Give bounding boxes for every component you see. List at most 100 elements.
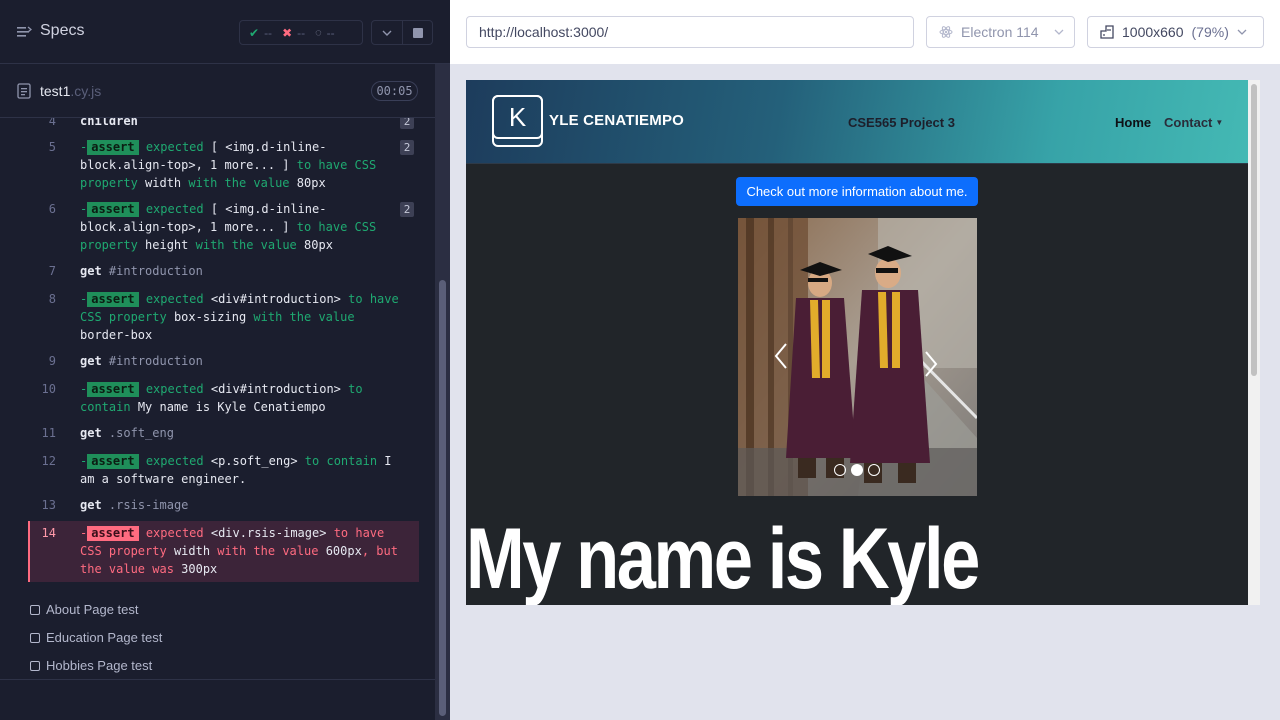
command-selector: #introduction [108,264,203,278]
command-number: 11 [41,426,56,440]
command-number: 4 [48,118,56,128]
carousel-dot[interactable] [868,464,880,476]
ruler-icon [1100,25,1114,39]
test-item[interactable]: Education Page test [30,630,162,645]
command-name: get [80,264,102,278]
reporter-panel: Specs ✔ -- ✖ -- ◌ -- test1.cy.js 00:05 4 ch… [0,0,450,720]
test-checkbox-icon [30,632,40,643]
assert-pill: assert [87,292,139,307]
assert-pill: assert [87,454,139,469]
command-number: 5 [48,140,56,154]
failed-stat: ✖ -- [282,26,305,40]
stop-icon [412,27,423,38]
project-title: CSE565 Project 3 [848,115,955,130]
failed-count: -- [297,25,306,40]
command-selector: .soft_eng [108,426,174,440]
aut-scrollbar[interactable] [1248,80,1260,605]
browser-selector[interactable]: Electron 114 [926,16,1075,48]
element-count-badge: 2 [400,202,414,217]
command-number: 9 [48,354,56,368]
viewport-selector[interactable]: 1000x660 (79%) [1087,16,1264,48]
command-number: 8 [48,292,56,306]
command-number: 12 [41,454,56,468]
command-selector: .rsis-image [108,498,189,512]
chevron-down-icon [1054,29,1064,35]
passed-stat: ✔ -- [249,26,272,40]
carousel-dot-active[interactable] [851,464,863,476]
viewport-size: 1000x660 [1122,24,1184,40]
command-number: 13 [41,498,56,512]
nav-contact-dropdown[interactable]: Contact ▼ [1164,115,1223,130]
application-under-test: K YLE CENATIEMPO CSE565 Project 3 Home C… [466,80,1260,605]
caret-down-icon: ▼ [1215,118,1224,127]
pending-count: -- [326,25,335,40]
browser-name: Electron 114 [961,24,1039,40]
options-dropdown-button[interactable] [371,20,403,45]
viewport-scale: (79%) [1191,24,1229,40]
nav-contact-label: Contact [1164,115,1213,130]
test-stats: ✔ -- ✖ -- ◌ -- [239,20,363,45]
chevron-down-icon [382,30,392,36]
carousel-prev-icon[interactable] [774,342,788,370]
test-item[interactable]: Hobbies Page test [30,658,152,673]
assert-pill: assert [87,140,139,155]
spec-file-basename: test1 [40,83,71,99]
image-carousel [738,218,977,496]
test-title: Hobbies Page test [46,658,153,673]
command-name: children [80,118,138,128]
command-message: - assert expected <p.soft_eng> to contain… [80,454,392,486]
carousel-dot[interactable] [834,464,846,476]
document-icon [17,83,31,99]
test-checkbox-icon [30,660,40,671]
test-title: Education Page test [46,630,163,645]
divider [0,679,435,680]
element-count-badge: 2 [400,140,414,155]
command-log: 4 children 2 5 - assert expected [ <img.d… [0,118,435,588]
carousel-next-icon[interactable] [924,350,938,378]
site-navbar: K YLE CENATIEMPO CSE565 Project 3 Home C… [466,80,1248,164]
command-name: get [80,498,102,512]
element-count-badge: 2 [400,118,414,129]
specs-title[interactable]: Specs [40,22,84,40]
test-item[interactable]: About Page test [30,602,139,617]
stop-button[interactable] [403,20,433,45]
spec-file-extension: .cy.js [70,83,102,99]
app-preview-panel: http://localhost:3000/ Electron 114 1000… [450,0,1280,720]
check-icon: ✔ [249,25,260,40]
introduction-heading: My name is Kyle [466,511,980,605]
command-message: - assert expected [ <img.d-inline-block.a… [80,202,377,252]
command-number: 10 [41,382,56,396]
site-brand[interactable]: YLE CENATIEMPO [549,112,684,129]
command-number: 6 [48,202,56,216]
command-message: - assert expected <div.rsis-image> to hav… [80,526,398,576]
test-checkbox-icon [30,604,40,615]
command-message: - assert expected [ <img.d-inline-block.a… [80,140,377,190]
pending-stat: ◌ -- [315,26,335,40]
command-number: 7 [48,264,56,278]
carousel-indicators [834,464,880,476]
browser-toolbar: http://localhost:3000/ Electron 114 1000… [450,0,1280,64]
specs-list-icon[interactable] [16,24,32,40]
aut-scroll-thumb[interactable] [1251,84,1257,376]
chevron-down-icon [1237,29,1247,35]
nav-home-link[interactable]: Home [1115,115,1151,130]
command-name: get [80,426,102,440]
passed-count: -- [264,25,273,40]
command-selector: #introduction [108,354,203,368]
assert-pill: assert [87,382,139,397]
reporter-scroll-thumb[interactable] [439,280,446,716]
command-message: - assert expected <div#introduction> to h… [80,292,399,342]
spinner-icon: ◌ [315,26,322,39]
url-bar[interactable]: http://localhost:3000/ [466,16,914,48]
command-number: 14 [41,526,56,540]
assert-pill: assert [87,202,139,217]
logo[interactable]: K [492,95,543,139]
electron-icon [939,26,953,38]
test-title: About Page test [46,602,139,617]
x-icon: ✖ [282,25,293,40]
more-info-button[interactable]: Check out more information about me. [736,177,978,206]
command-message: - assert expected <div#introduction> to c… [80,382,363,414]
command-name: get [80,354,102,368]
spec-duration: 00:05 [371,81,418,101]
spec-file-name[interactable]: test1.cy.js [40,83,101,99]
